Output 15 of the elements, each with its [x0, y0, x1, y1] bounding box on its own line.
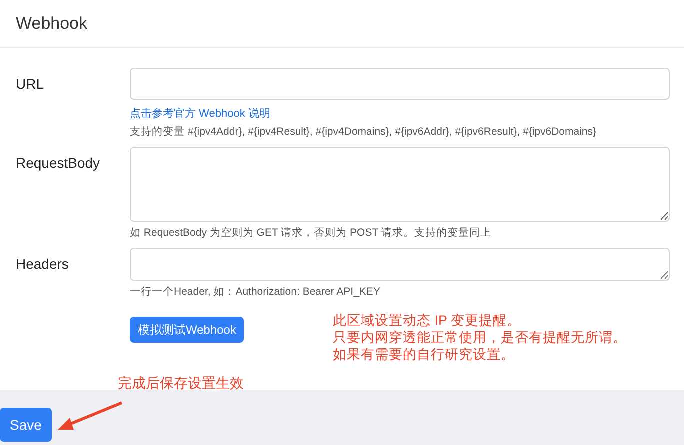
text-area-field[interactable]: [130, 248, 670, 281]
test-webhook-button[interactable]: 模拟测试Webhook: [130, 317, 244, 343]
docs-link[interactable]: 点击参考官方 Webhook 说明: [130, 106, 670, 121]
field-label: URL: [15, 75, 46, 94]
url-input-field[interactable]: [130, 68, 670, 100]
field-label: RequestBody: [15, 154, 102, 173]
annotation-text: 完成后保存设置生效: [118, 375, 244, 393]
text-area-field[interactable]: [130, 147, 670, 222]
annotation-text: 此区域设置动态 IP 变更提醒。 只要内网穿透能正常使用，是否有提醒无所谓。 如果有需要的自行研究设置。: [333, 312, 627, 363]
card-title: Webhook: [16, 14, 88, 34]
field-label: Headers: [15, 255, 70, 274]
save-button[interactable]: Save: [0, 408, 52, 442]
help-text: 一行一个Header, 如：Authorization: Bearer API_KEY: [130, 285, 382, 299]
help-text: 支持的变量 #{ipv4Addr}, #{ipv4Result}, #{ipv4Domains}, #{ipv6Addr}, #{ipv6Result}, #{ipv6Domains}: [130, 125, 598, 139]
help-text: 如 RequestBody 为空则为 GET 请求，否则为 POST 请求。支持的变量同上: [130, 226, 492, 240]
